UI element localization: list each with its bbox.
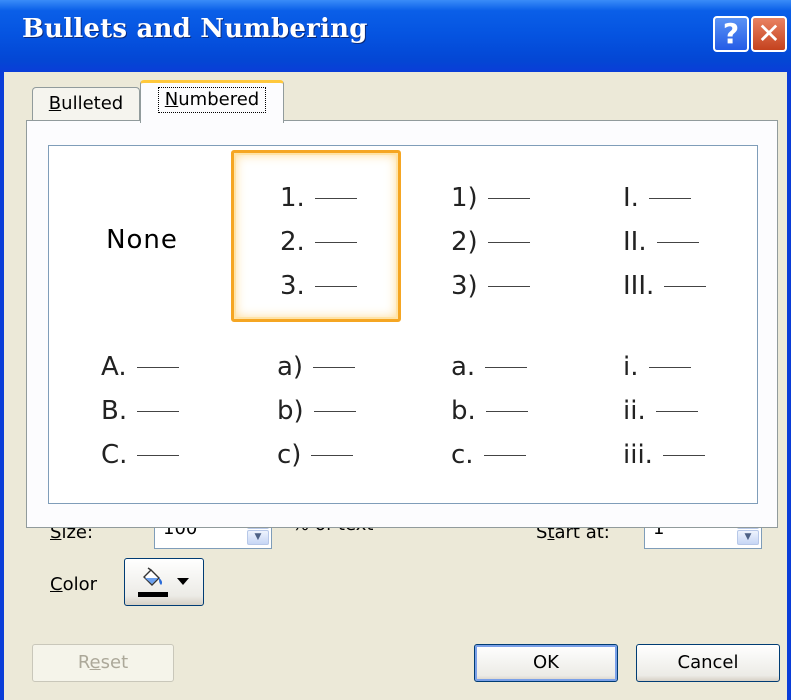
numeral: a. [451, 352, 476, 382]
numeral: c) [277, 440, 302, 470]
numeral: 2. [280, 227, 305, 257]
style-option-lower-alpha-paren[interactable]: a) b) c) [231, 326, 401, 498]
numbering-style-gallery: None 1. 2. 3. 1) 2) 3) I. II. III. A. B.… [48, 145, 758, 504]
style-option-upper-roman[interactable]: I. II. III. [581, 150, 751, 322]
style-option-upper-alpha[interactable]: A. B. C. [57, 326, 227, 498]
dialog-title: Bullets and Numbering [22, 14, 368, 44]
style-line: II. [623, 227, 699, 257]
close-button[interactable]: ✕ [751, 16, 787, 52]
numeral: C. [101, 440, 128, 470]
style-option-arabic-period[interactable]: 1. 2. 3. [231, 150, 401, 322]
numeral: 2) [451, 227, 478, 257]
numeral: 1. [280, 183, 305, 213]
style-line: c) [277, 440, 354, 470]
color-label-key: C [50, 574, 63, 595]
paint-bucket-icon [143, 567, 163, 586]
tab-bulleted[interactable]: Bulleted [32, 87, 140, 121]
reset-label-key: e [89, 652, 101, 673]
style-option-lower-alpha-period[interactable]: a. b. c. [407, 326, 577, 498]
numeral: ii. [623, 396, 646, 426]
color-label-text: olor [62, 574, 98, 595]
numeral: b. [451, 396, 476, 426]
numeral: a) [277, 352, 304, 382]
color-label: Color [50, 574, 97, 595]
style-option-arabic-paren[interactable]: 1) 2) 3) [407, 150, 577, 322]
numeral: B. [101, 396, 128, 426]
reset-label-pre: R [77, 652, 90, 673]
tab-bulleted-label: ulleted [61, 93, 124, 114]
help-button[interactable]: ? [713, 16, 749, 52]
style-line: b. [451, 396, 528, 426]
style-line: c. [451, 440, 526, 470]
style-line: 1) [451, 183, 530, 213]
numeral: 1) [451, 183, 478, 213]
style-line: iii. [623, 440, 705, 470]
style-line: a. [451, 352, 528, 382]
style-option-lower-roman[interactable]: i. ii. iii. [581, 326, 751, 498]
tab-numbered-key: N [164, 89, 179, 110]
numeral: c. [451, 440, 474, 470]
tab-numbered-label: umbered [178, 89, 260, 110]
chevron-down-icon [177, 578, 189, 585]
style-line: ii. [623, 396, 698, 426]
reset-label-text: set [100, 652, 129, 673]
numeral: i. [623, 352, 639, 382]
numeral: b) [277, 396, 304, 426]
style-line: 2) [451, 227, 530, 257]
style-line: i. [623, 352, 691, 382]
numeral: 3) [451, 271, 478, 301]
tab-numbered[interactable]: Numbered [140, 80, 284, 123]
current-color-swatch [138, 592, 168, 597]
numeral: III. [623, 271, 655, 301]
style-line: 3) [451, 271, 530, 301]
ok-button[interactable]: OK [474, 644, 618, 682]
tab-bulleted-key: B [48, 93, 62, 114]
style-line: B. [101, 396, 180, 426]
reset-button[interactable]: Reset [32, 644, 174, 682]
start-at-down-arrow-icon[interactable]: ▼ [737, 530, 759, 545]
style-option-none[interactable]: None [57, 150, 227, 322]
none-label: None [106, 225, 178, 255]
style-line: 3. [280, 271, 357, 301]
style-line: III. [623, 271, 707, 301]
style-line: a) [277, 352, 356, 382]
style-line: 1. [280, 183, 357, 213]
style-line: b) [277, 396, 356, 426]
title-bar[interactable]: Bullets and Numbering ? ✕ [0, 0, 791, 72]
style-line: I. [623, 183, 691, 213]
numeral: 3. [280, 271, 305, 301]
style-line: 2. [280, 227, 357, 257]
color-picker-button[interactable] [124, 558, 204, 606]
numeral: I. [623, 183, 639, 213]
numeral: II. [623, 227, 647, 257]
cancel-button[interactable]: Cancel [636, 644, 780, 682]
numeral: A. [101, 352, 127, 382]
size-down-arrow-icon[interactable]: ▼ [247, 530, 269, 545]
style-line: C. [101, 440, 180, 470]
style-line: A. [101, 352, 179, 382]
numeral: iii. [623, 440, 653, 470]
